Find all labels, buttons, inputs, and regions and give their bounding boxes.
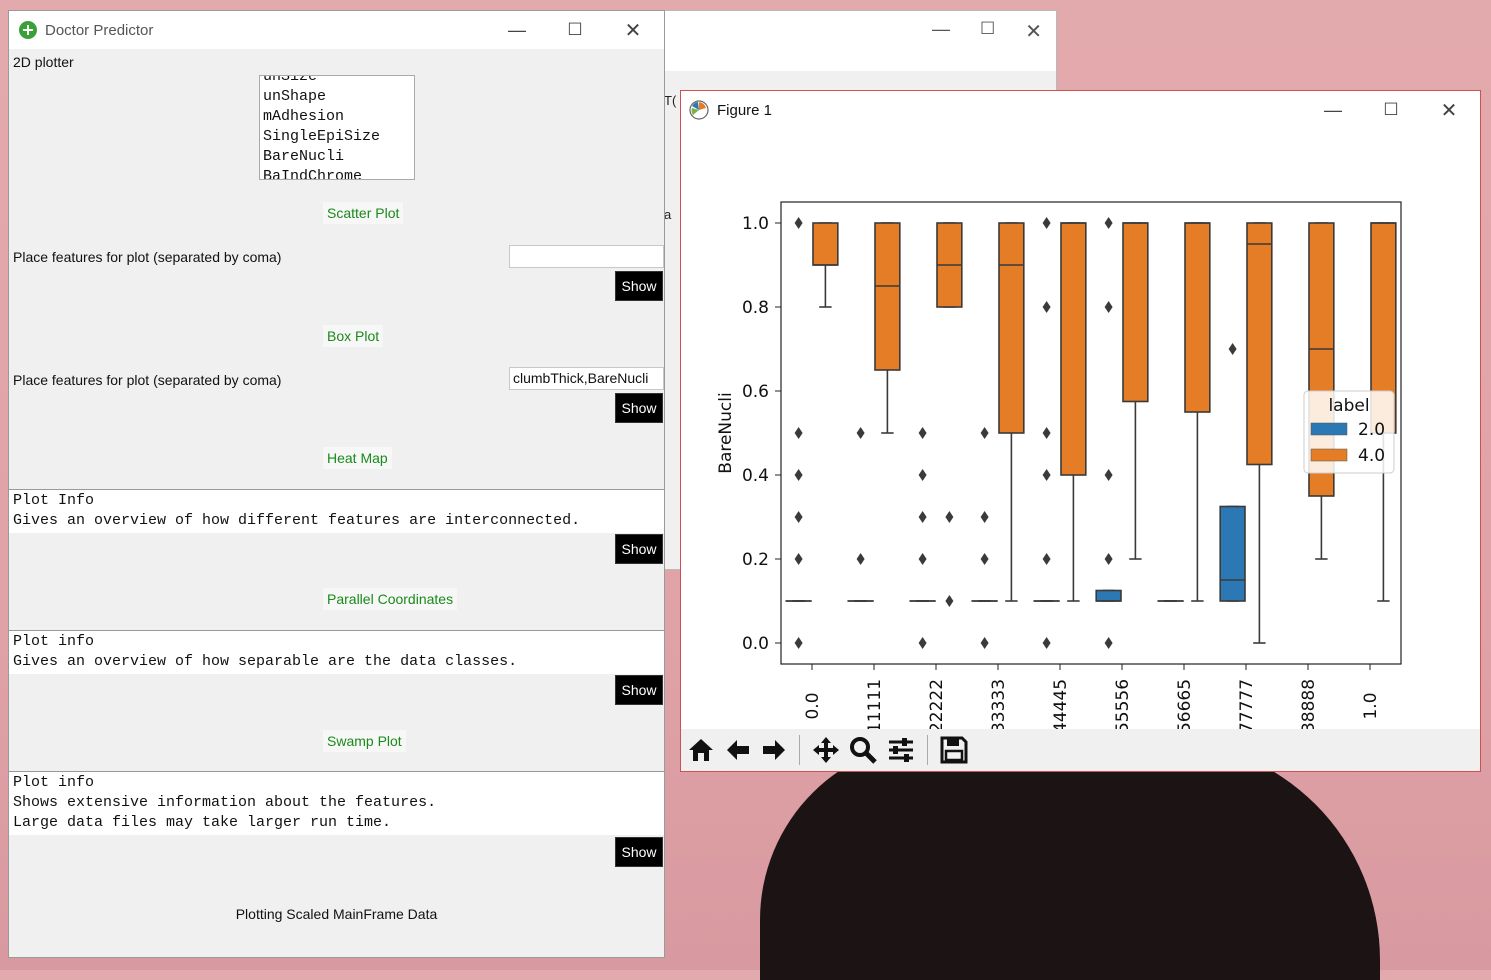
maximize-icon[interactable]: ☐ [552,11,598,49]
maximize-icon[interactable]: ☐ [980,19,995,44]
list-item[interactable]: BareNucli [260,147,414,167]
info-line: Plot info [13,632,660,652]
legend-swatch [1311,449,1347,461]
legend-title: label [1328,396,1369,416]
figure-window[interactable]: Figure 1 — ☐ ✕ 0.0 0.2 0.4 0.6 0.8 1.0 BareNuc… [680,90,1481,772]
x-tick-label: 1.0 [1361,692,1381,719]
y-tick-label: 0.8 [742,298,769,318]
box [1185,223,1210,412]
box [1220,507,1245,602]
list-item[interactable]: unSize [260,75,414,87]
parallel-coordinates-button[interactable]: Parallel Coordinates [322,587,458,611]
x-tick-label: 0.0 [803,692,823,719]
heat-map-button[interactable]: Heat Map [322,446,393,470]
background-window-text: a [664,207,671,222]
x-tick-label: 56665 [1175,679,1195,729]
save-icon[interactable] [937,733,971,767]
x-tick-label: 77777 [1237,679,1257,729]
home-icon[interactable] [684,733,718,767]
info-line: Gives an overview of how different featu… [13,511,660,531]
feature-listbox[interactable]: unSize unShape mAdhesion SingleEpiSize B… [259,75,415,180]
parallel-coordinates-info: Plot infoGives an overview of how separa… [9,630,664,674]
box-plot-button[interactable]: Box Plot [322,324,384,348]
heat-map-show-button[interactable]: Show [615,534,663,564]
box [1096,591,1121,602]
list-item[interactable]: SingleEpiSize [260,127,414,147]
info-line: Plot Info [13,491,660,511]
list-item[interactable]: BaIndChrome [260,167,414,180]
background-window-text: T( [664,93,676,108]
scatter-show-button[interactable]: Show [615,271,663,301]
box [813,223,838,265]
y-axis-label: BareNucli [716,392,736,473]
scatter-features-label: Place features for plot (separated by co… [13,249,281,265]
minimize-icon[interactable]: — [932,19,950,44]
y-tick-label: 0.0 [742,634,769,654]
close-icon[interactable]: ✕ [1025,19,1042,44]
pan-icon[interactable] [809,733,843,767]
legend-swatch [1311,423,1347,435]
scatter-features-input[interactable] [509,245,664,268]
box [875,223,900,370]
scatter-plot-button[interactable]: Scatter Plot [322,201,404,225]
x-tick-label: 11111 [865,679,885,729]
heat-map-info: Plot InfoGives an overview of how differ… [9,489,664,533]
swamp-plot-button[interactable]: Swamp Plot [322,729,407,753]
box [1123,223,1148,402]
y-tick-label: 0.6 [742,382,769,402]
app-plus-icon [19,21,37,39]
doctor-predictor-titlebar[interactable]: Doctor Predictor — ☐ ✕ [9,11,664,49]
desktop-wallpaper-silhouette [760,740,1380,980]
y-tick-label: 0.2 [742,550,769,570]
figure-title: Figure 1 [717,102,772,119]
box [1061,223,1086,475]
figure-toolbar [681,729,1480,771]
info-line: Gives an overview of how separable are t… [13,652,660,672]
box-features-input[interactable]: clumbThick,BareNucli [509,367,664,390]
minimize-icon[interactable]: — [494,11,540,49]
info-line: Plot info [13,773,660,793]
matplotlib-logo-icon [689,100,709,120]
swamp-plot-show-button[interactable]: Show [615,837,663,867]
footer-status-text: Plotting Scaled MainFrame Data [9,906,664,922]
doctor-predictor-window[interactable]: Doctor Predictor — ☐ ✕ 2D plotter unSize… [8,10,665,958]
y-tick-label: 1.0 [742,214,769,234]
swamp-plot-info: Plot infoShows extensive information abo… [9,771,664,835]
x-tick-label: 33333 [989,679,1009,729]
window-title: Doctor Predictor [45,22,153,39]
box-show-button[interactable]: Show [615,393,663,423]
x-tick-label: 38888 [1299,679,1319,729]
back-arrow-icon[interactable] [721,733,755,767]
box-features-label: Place features for plot (separated by co… [13,372,281,388]
box [999,223,1024,433]
info-line: Shows extensive information about the fe… [13,793,660,813]
parallel-coordinates-show-button[interactable]: Show [615,675,663,705]
close-icon[interactable]: ✕ [1426,91,1472,129]
list-item[interactable]: mAdhesion [260,107,414,127]
boxplot-chart: 0.0 0.2 0.4 0.6 0.8 1.0 BareNucli 0.0 11111 22222… [681,129,1480,729]
configure-subplots-icon[interactable] [884,733,918,767]
list-item[interactable]: unShape [260,87,414,107]
legend-label: 4.0 [1358,446,1385,466]
forward-arrow-icon[interactable] [757,733,791,767]
x-tick-label: 55556 [1113,679,1133,729]
info-line: Large data files may take larger run tim… [13,813,660,833]
box [1247,223,1272,465]
y-tick-label: 0.4 [742,466,769,486]
maximize-icon[interactable]: ☐ [1368,91,1414,129]
legend-label: 2.0 [1358,420,1385,440]
section-header: 2D plotter [13,54,74,70]
figure-titlebar[interactable]: Figure 1 — ☐ ✕ [681,91,1480,129]
zoom-icon[interactable] [846,733,880,767]
x-tick-label: 22222 [927,679,947,729]
close-icon[interactable]: ✕ [610,11,656,49]
x-tick-label: 44445 [1051,679,1071,729]
minimize-icon[interactable]: — [1310,91,1356,129]
